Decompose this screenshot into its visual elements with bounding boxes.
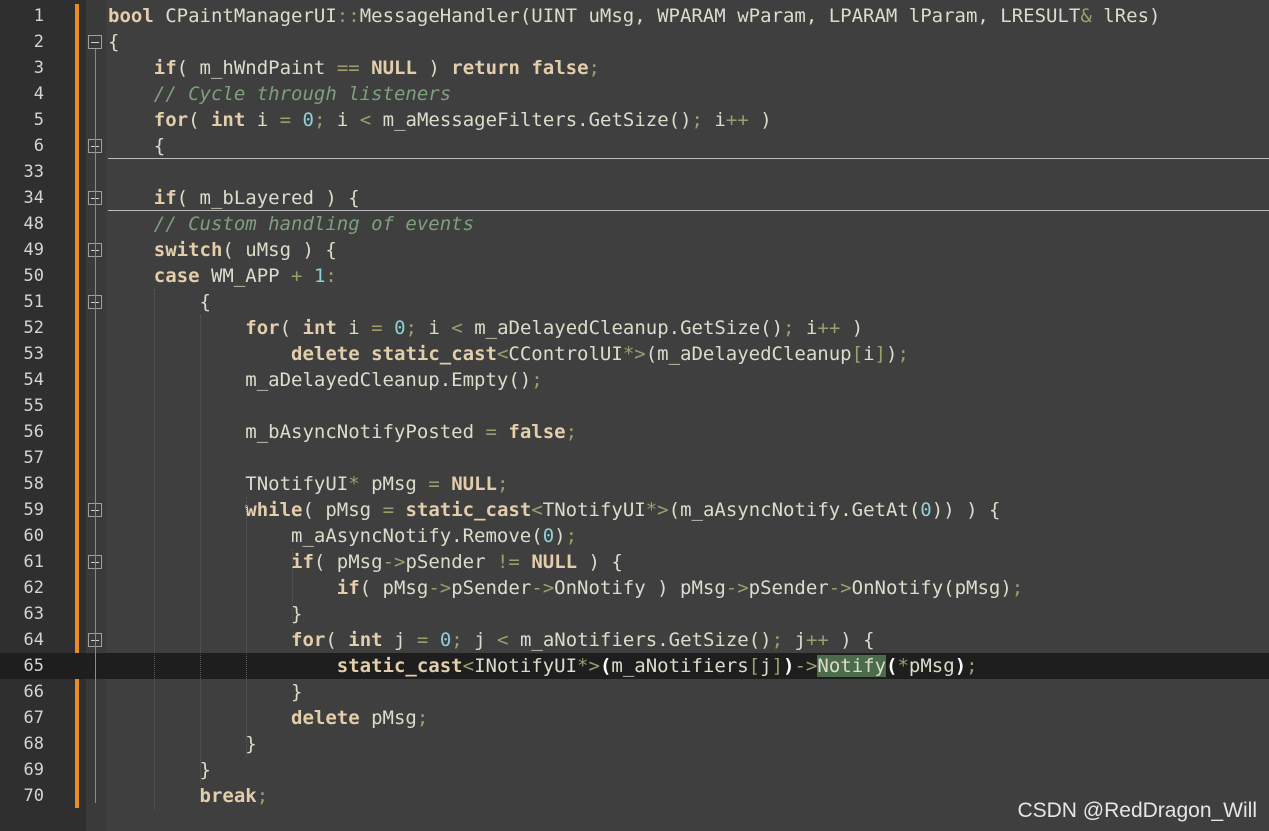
code-line-49[interactable]: 49 switch( uMsg ) { [0, 237, 1269, 263]
code-line-58[interactable]: 58 TNotifyUI* pMsg = NULL; [0, 471, 1269, 497]
code-line-34[interactable]: 34 if( m_bLayered ) { [0, 185, 1269, 211]
code-line-3[interactable]: 3 if( m_hWndPaint == NULL ) return false… [0, 55, 1269, 81]
code-line-55[interactable]: 55 [0, 393, 1269, 419]
indent-guide [246, 497, 248, 757]
line-number: 6 [33, 136, 44, 156]
indent-guide [292, 549, 294, 627]
line-number: 60 [23, 526, 44, 546]
code-text: } [108, 603, 303, 625]
code-text: // Cycle through listeners [153, 83, 452, 105]
line-number: 57 [23, 448, 44, 468]
line-number: 2 [33, 32, 44, 52]
code-line-4[interactable]: 4 // Cycle through listeners [0, 81, 1269, 107]
code-text: TNotifyUI* pMsg = NULL; [108, 473, 509, 495]
code-text: for( int i = 0; i < m_aDelayedCleanup.Ge… [245, 317, 864, 339]
line-number: 65 [23, 656, 44, 676]
line-number: 4 [33, 84, 44, 104]
code-line-51[interactable]: 51 { [0, 289, 1269, 315]
code-line-64[interactable]: 64 for( int j = 0; j < m_aNotifiers.GetS… [0, 627, 1269, 653]
code-text: { [108, 291, 211, 313]
line-number: 67 [23, 708, 44, 728]
line-number: 62 [23, 578, 44, 598]
code-text: { [108, 31, 120, 53]
code-line-66[interactable]: 66 } [0, 679, 1269, 705]
code-line-59[interactable]: 59 while( pMsg = static_cast<TNotifyUI*>… [0, 497, 1269, 523]
code-line-50[interactable]: 50 case WM_APP + 1: [0, 263, 1269, 289]
code-text: m_aDelayedCleanup.Empty(); [108, 369, 543, 391]
line-number: 50 [23, 266, 44, 286]
line-number: 1 [33, 6, 44, 26]
line-number: 69 [23, 760, 44, 780]
code-text: delete pMsg; [291, 707, 429, 729]
code-line-68[interactable]: 68 } [0, 731, 1269, 757]
code-text: for( int i = 0; i < m_aMessageFilters.Ge… [153, 109, 772, 131]
line-number: 3 [33, 58, 44, 78]
line-number: 59 [23, 500, 44, 520]
code-editor[interactable]: 1 bool CPaintManagerUI::MessageHandler(UI… [0, 0, 1269, 831]
code-line-53[interactable]: 53 delete static_cast<CControlUI*>(m_aDe… [0, 341, 1269, 367]
indent-guide [154, 289, 156, 809]
line-number: 33 [23, 162, 44, 182]
code-text: delete static_cast<CControlUI*>(m_aDelay… [291, 343, 909, 365]
collapse-fold-icon[interactable] [88, 35, 102, 49]
line-number: 49 [23, 240, 44, 260]
line-number: 5 [33, 110, 44, 130]
line-number: 53 [23, 344, 44, 364]
code-line-62[interactable]: 62 if( pMsg->pSender->OnNotify ) pMsg->p… [0, 575, 1269, 601]
code-line-48[interactable]: 48 // Custom handling of events [0, 211, 1269, 237]
code-line-6[interactable]: 6 { [0, 133, 1269, 159]
code-line-2[interactable]: 2{ [0, 29, 1269, 55]
line-number: 66 [23, 682, 44, 702]
code-text: if( pMsg->pSender != NULL ) { [291, 551, 623, 573]
code-text: for( int j = 0; j < m_aNotifiers.GetSize… [291, 629, 875, 651]
collapsed-region-separator [108, 210, 1269, 211]
code-text: break; [199, 785, 269, 807]
code-line-65[interactable]: 65 static_cast<INotifyUI*>(m_aNotifiers[… [0, 653, 1269, 679]
code-text: bool CPaintManagerUI::MessageHandler(UIN… [108, 5, 1161, 27]
line-number: 52 [23, 318, 44, 338]
code-line-5[interactable]: 5 for( int i = 0; i < m_aMessageFilters.… [0, 107, 1269, 133]
code-text: } [108, 681, 303, 703]
code-text: switch( uMsg ) { [153, 239, 337, 261]
line-number: 58 [23, 474, 44, 494]
code-line-67[interactable]: 67 delete pMsg; [0, 705, 1269, 731]
code-line-61[interactable]: 61 if( pMsg->pSender != NULL ) { [0, 549, 1269, 575]
line-number: 48 [23, 214, 44, 234]
collapsed-region-separator [108, 158, 1269, 159]
line-number: 55 [23, 396, 44, 416]
code-line-69[interactable]: 69 } [0, 757, 1269, 783]
code-text: { [108, 135, 166, 157]
line-number: 63 [23, 604, 44, 624]
code-text: while( pMsg = static_cast<TNotifyUI*>(m_… [245, 499, 1001, 521]
code-line-63[interactable]: 63 } [0, 601, 1269, 627]
code-text: } [108, 759, 211, 781]
code-text: m_bAsyncNotifyPosted = false; [108, 421, 578, 443]
code-text: if( m_hWndPaint == NULL ) return false; [153, 57, 600, 79]
code-line-33[interactable]: 33 [0, 159, 1269, 185]
line-number: 51 [23, 292, 44, 312]
watermark: CSDN @RedDragon_Will [1017, 799, 1257, 822]
code-line-60[interactable]: 60 m_aAsyncNotify.Remove(0); [0, 523, 1269, 549]
line-number: 68 [23, 734, 44, 754]
line-number: 34 [23, 188, 44, 208]
code-text: static_cast<INotifyUI*>(m_aNotifiers[j])… [336, 655, 978, 677]
code-line-57[interactable]: 57 [0, 445, 1269, 471]
fold-guide-line [95, 49, 96, 803]
code-line-56[interactable]: 56 m_bAsyncNotifyPosted = false; [0, 419, 1269, 445]
code-line-54[interactable]: 54 m_aDelayedCleanup.Empty(); [0, 367, 1269, 393]
code-line-52[interactable]: 52 for( int i = 0; i < m_aDelayedCleanup… [0, 315, 1269, 341]
line-number: 54 [23, 370, 44, 390]
code-text: // Custom handling of events [153, 213, 475, 235]
indent-guide [200, 315, 202, 783]
line-number: 70 [23, 786, 44, 806]
code-text: if( m_bLayered ) { [153, 187, 360, 209]
code-line-1[interactable]: 1 bool CPaintManagerUI::MessageHandler(UI… [0, 3, 1269, 29]
line-number: 64 [23, 630, 44, 650]
line-number: 61 [23, 552, 44, 572]
code-text: } [108, 733, 257, 755]
line-number: 56 [23, 422, 44, 442]
code-text: case WM_APP + 1: [153, 265, 337, 287]
code-text: m_aAsyncNotify.Remove(0); [108, 525, 578, 547]
